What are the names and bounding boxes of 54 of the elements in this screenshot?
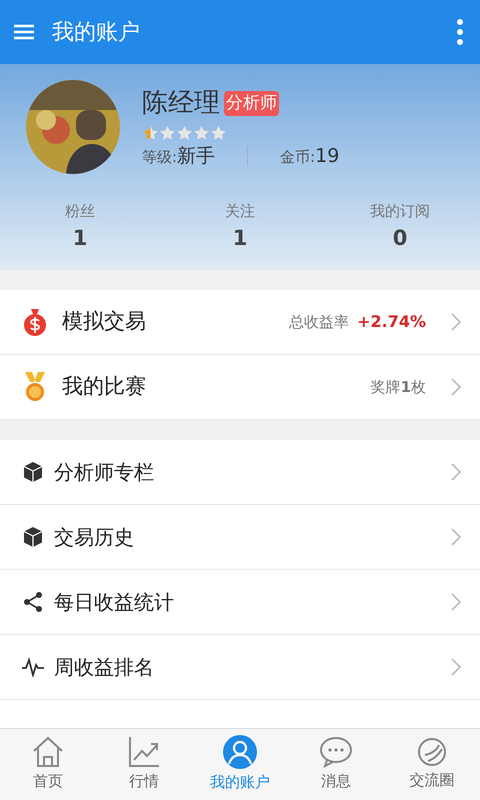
share-icon <box>22 591 44 613</box>
chevron-icon <box>450 377 462 397</box>
money-bag-icon <box>22 307 48 337</box>
stat-label: 粉丝 <box>65 201 95 222</box>
tab-item[interactable]: 首页 <box>0 729 96 800</box>
level-text: 等级:新手 <box>142 144 216 169</box>
return-value: +2.74% <box>357 311 426 333</box>
item-label: 分析师专栏 <box>54 459 154 486</box>
item-label: 我的比赛 <box>62 373 146 400</box>
list-item[interactable]: 每日收益统计 <box>0 570 480 635</box>
app-bar-title: 我的账户 <box>52 18 140 46</box>
globe-icon <box>417 737 447 768</box>
stat-value: 0 <box>392 224 408 252</box>
item-label: 交易历史 <box>54 524 134 551</box>
list-item[interactable]: 周收益排名 <box>0 635 480 700</box>
list-item[interactable]: 交易历史 <box>0 505 480 570</box>
item-note: 奖牌1枚 <box>370 376 426 398</box>
tab-item[interactable]: 消息 <box>288 729 384 800</box>
cube-icon <box>22 461 44 483</box>
item-note: 总收益率 <box>289 312 350 333</box>
medal-icon <box>22 371 48 403</box>
home-icon <box>31 736 65 768</box>
chart-icon <box>128 736 160 768</box>
star-icon <box>193 124 210 142</box>
stat-label: 我的订阅 <box>370 201 430 222</box>
pulse-icon <box>21 657 45 677</box>
user-icon <box>223 735 257 770</box>
chevron-icon <box>450 657 462 677</box>
item-label: 模拟交易 <box>62 308 146 336</box>
stat-value: 1 <box>72 224 88 252</box>
list-item[interactable]: 我的比赛 奖牌1枚 <box>0 355 480 420</box>
star-icon <box>176 124 193 142</box>
chevron-icon <box>450 462 462 482</box>
user-name: 陈经理 <box>142 86 220 120</box>
star-icon <box>159 124 176 142</box>
list-item[interactable]: 分析师专栏 <box>0 440 480 505</box>
star-icon <box>210 124 227 142</box>
menu-icon[interactable] <box>12 22 36 42</box>
more-icon[interactable] <box>456 18 464 46</box>
list-item[interactable]: 模拟交易 总收益率 +2.74% <box>0 290 480 355</box>
cube-icon <box>22 526 44 548</box>
chevron-icon <box>450 592 462 612</box>
tab-item[interactable]: 交流圈 <box>384 729 480 800</box>
stat-value: 1 <box>232 224 248 252</box>
coins-text: 金币:19 <box>280 144 340 169</box>
chat-icon <box>319 736 353 768</box>
item-label: 周收益排名 <box>54 654 154 681</box>
stat-label: 关注 <box>225 201 255 222</box>
chevron-icon <box>450 312 462 332</box>
item-label: 每日收益统计 <box>54 589 174 616</box>
role-tag: 分析师 <box>224 90 279 116</box>
tab-item[interactable]: 行情 <box>96 729 192 800</box>
chevron-icon <box>450 527 462 547</box>
star-icon <box>142 124 159 142</box>
